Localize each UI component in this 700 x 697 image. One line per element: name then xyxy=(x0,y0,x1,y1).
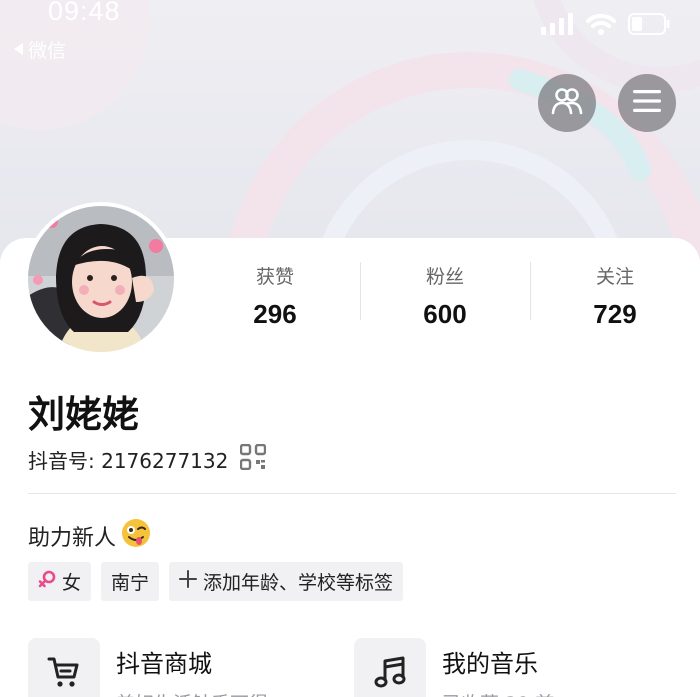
menu-icon xyxy=(633,90,661,116)
system-icons xyxy=(540,12,670,40)
section-divider xyxy=(28,493,676,494)
profile-tags: 女 南宁 添加年龄、学校等标签 xyxy=(28,562,404,601)
stat-label: 关注 xyxy=(595,266,634,288)
shortcut-title: 抖音商城 xyxy=(116,650,212,678)
music-note-icon xyxy=(373,655,407,693)
cart-icon xyxy=(47,655,81,693)
shortcut-subtitle: 已收藏 29 首 xyxy=(442,689,554,697)
douyin-id-row: 抖音号: 2176277132 xyxy=(28,443,267,475)
tag-gender[interactable]: 女 xyxy=(28,562,92,601)
wifi-icon xyxy=(586,12,616,40)
shortcut-text: 抖音商城 美好生活触手可得 xyxy=(116,638,268,697)
shortcut-douyin-mall[interactable]: 抖音商城 美好生活触手可得 xyxy=(28,638,354,697)
back-app-label: 微信 xyxy=(28,40,67,62)
profile-nickname: 刘姥姥 xyxy=(28,393,139,436)
tag-label: 添加年龄、学校等标签 xyxy=(203,572,394,594)
profile-stats: 获赞 296 粉丝 600 关注 729 xyxy=(190,260,700,330)
avatar-image xyxy=(28,206,174,352)
shortcut-subtitle: 美好生活触手可得 xyxy=(116,689,268,697)
add-tag-button[interactable]: 添加年龄、学校等标签 xyxy=(169,562,404,601)
tag-label: 女 xyxy=(62,572,82,594)
stat-value: 600 xyxy=(423,299,467,329)
friends-icon xyxy=(551,87,583,119)
status-time: 09:48 xyxy=(48,0,121,26)
signal-icon xyxy=(540,13,574,39)
stat-followers[interactable]: 粉丝 600 xyxy=(360,260,530,330)
shortcut-icon-box xyxy=(354,638,426,697)
back-to-app-link[interactable]: 微信 xyxy=(12,36,66,63)
tag-label: 南宁 xyxy=(111,572,150,594)
bio-text: 助力新人 xyxy=(28,526,117,551)
stat-likes[interactable]: 获赞 296 xyxy=(190,260,360,330)
plus-icon xyxy=(179,570,198,593)
qr-code-icon[interactable] xyxy=(240,443,267,475)
wink-emoji-icon xyxy=(120,517,152,555)
stat-value: 296 xyxy=(253,299,297,329)
menu-button[interactable] xyxy=(618,74,676,132)
shortcut-icon-box xyxy=(28,638,100,697)
shortcut-title: 我的音乐 xyxy=(442,650,538,678)
shortcut-my-music[interactable]: 我的音乐 已收藏 29 首 xyxy=(354,638,680,697)
douyin-id-text[interactable]: 抖音号: 2176277132 xyxy=(28,445,228,474)
stat-label: 获赞 xyxy=(255,266,294,288)
status-bar: 09:48 微信 xyxy=(0,0,700,62)
friends-button[interactable] xyxy=(538,74,596,132)
stat-value: 729 xyxy=(593,299,637,329)
douyin-id-label: 抖音号: xyxy=(28,448,95,473)
stat-label: 粉丝 xyxy=(425,266,464,288)
female-icon xyxy=(38,570,56,593)
avatar[interactable] xyxy=(24,202,178,356)
stat-following[interactable]: 关注 729 xyxy=(530,260,700,330)
back-arrow-icon xyxy=(12,39,24,61)
battery-icon xyxy=(628,12,670,40)
shortcut-text: 我的音乐 已收藏 29 首 xyxy=(442,638,554,697)
tag-location[interactable]: 南宁 xyxy=(101,562,160,601)
douyin-id-value: 2176277132 xyxy=(101,448,229,473)
shortcut-row: 抖音商城 美好生活触手可得 我的音乐 已收藏 29 首 xyxy=(28,638,688,697)
profile-bio[interactable]: 助力新人 xyxy=(28,518,152,554)
